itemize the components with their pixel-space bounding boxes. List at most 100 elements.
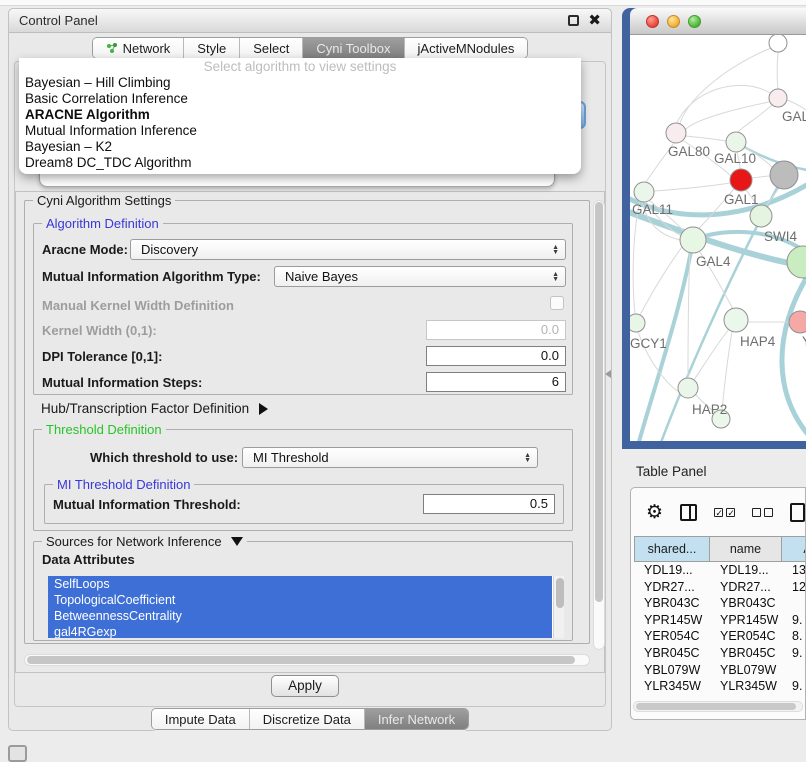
network-node[interactable] — [789, 311, 806, 333]
tab-infer-network[interactable]: Infer Network — [364, 709, 468, 729]
table-cell: 9. — [782, 645, 806, 662]
expanded-arrow-icon[interactable] — [231, 537, 243, 546]
table-cell — [782, 595, 806, 612]
settings-vertical-scrollbar[interactable] — [593, 200, 605, 650]
tab-impute-data[interactable]: Impute Data — [152, 709, 249, 729]
node-label: GAL10 — [714, 151, 756, 166]
which-threshold-value: MI Threshold — [253, 450, 329, 465]
network-edge[interactable] — [686, 102, 769, 129]
float-panel-icon[interactable] — [568, 15, 579, 26]
data-attribute-item[interactable]: SelfLoops — [48, 576, 552, 592]
table-cell: YDR27... — [710, 579, 782, 596]
table-row[interactable]: YLR345WYLR345W9. — [634, 678, 806, 695]
network-edge[interactable] — [640, 247, 682, 315]
gear-icon[interactable]: ⚙︎ — [646, 501, 663, 524]
close-traffic-light-icon[interactable] — [646, 15, 659, 28]
hub-definition-toggle[interactable]: Hub/Transcription Factor Definition — [41, 401, 268, 416]
columns-icon[interactable] — [680, 504, 697, 521]
kernel-width-field[interactable]: 0.0 — [426, 320, 566, 340]
network-edge[interactable] — [738, 105, 772, 132]
tab-label: jActiveMNodules — [418, 41, 515, 56]
algorithm-dropdown-prompt: Select algorithm to view settings — [19, 59, 581, 75]
splitter-collapse-icon[interactable] — [605, 370, 611, 378]
network-window-titlebar[interactable] — [630, 8, 806, 35]
network-node[interactable] — [678, 378, 698, 398]
bottom-tabbar: Impute DataDiscretize Data Infer Network — [9, 708, 611, 730]
settings-horizontal-scrollbar[interactable] — [24, 654, 590, 666]
algorithm-option[interactable]: Bayesian – Hill Climbing — [19, 75, 581, 91]
network-edge[interactable] — [777, 52, 778, 89]
manual-kernel-width-checkbox[interactable] — [550, 296, 564, 310]
sources-title: Sources for Network Inference — [42, 534, 247, 549]
network-node[interactable] — [787, 246, 806, 278]
tab-style[interactable]: Style — [183, 38, 239, 58]
apply-button[interactable]: Apply — [271, 675, 339, 697]
data-attributes-list[interactable]: SelfLoopsTopologicalCoefficientBetweenne… — [48, 576, 564, 638]
data-attribute-item[interactable]: TopologicalCoefficient — [48, 592, 552, 608]
zoom-traffic-light-icon[interactable] — [688, 15, 701, 28]
table-cell: YBL079W — [634, 662, 710, 679]
algorithm-option[interactable]: Dream8 DC_TDC Algorithm — [19, 155, 581, 171]
table-cell: 12 — [782, 579, 806, 596]
mi-steps-field[interactable]: 6 — [426, 372, 566, 392]
table-row[interactable]: YBR043CYBR043C — [634, 595, 806, 612]
data-attribute-item[interactable]: gal4RGexp — [48, 624, 552, 638]
new-table-icon[interactable] — [790, 503, 805, 522]
data-attribute-item[interactable]: BetweennessCentrality — [48, 608, 552, 624]
network-edge[interactable] — [654, 183, 730, 191]
table-row[interactable]: YIL052CYIL052C9 — [634, 695, 806, 698]
table-cell: YER054C — [710, 628, 782, 645]
network-node[interactable] — [769, 35, 787, 52]
tab-label: Infer Network — [378, 712, 455, 727]
tab-select[interactable]: Select — [239, 38, 302, 58]
network-edge[interactable] — [694, 329, 729, 380]
table-row[interactable]: YBR045CYBR045C9. — [634, 645, 806, 662]
table-row[interactable]: YDR27...YDR27...12 — [634, 579, 806, 596]
mi-algorithm-type-select[interactable]: Naive Bayes ▲▼ — [274, 266, 566, 287]
control-panel-tabbar: NetworkStyleSelectCyni Toolbox jActiveMNo… — [9, 37, 611, 59]
tab-jactivemnodules[interactable]: jActiveMNodules — [404, 38, 528, 58]
network-edge[interactable] — [722, 332, 732, 410]
network-node[interactable] — [680, 227, 706, 253]
deselect-all-checks-icon[interactable] — [752, 508, 773, 517]
mi-threshold-field[interactable]: 0.5 — [423, 494, 555, 514]
network-edge[interactable] — [686, 136, 726, 141]
which-threshold-select[interactable]: MI Threshold ▲▼ — [242, 447, 538, 468]
network-node[interactable] — [770, 161, 798, 189]
algorithm-option[interactable]: Bayesian – K2 — [19, 139, 581, 155]
node-label: Y — [802, 334, 806, 349]
algorithm-option[interactable]: ARACNE Algorithm — [19, 107, 581, 123]
table-row[interactable]: YBL079WYBL079W — [634, 662, 806, 679]
table-row[interactable]: YPR145WYPR145W9. — [634, 612, 806, 629]
network-node[interactable] — [634, 182, 654, 202]
table-horizontal-scrollbar[interactable] — [633, 701, 803, 712]
network-node[interactable] — [724, 308, 748, 332]
tab-network[interactable]: Network — [93, 38, 184, 58]
network-node[interactable] — [750, 205, 772, 227]
network-node[interactable] — [769, 89, 787, 107]
network-node[interactable] — [666, 123, 686, 143]
tab-discretize-data[interactable]: Discretize Data — [249, 709, 364, 729]
minimize-traffic-light-icon[interactable] — [667, 15, 680, 28]
algorithm-option[interactable]: Basic Correlation Inference — [19, 91, 581, 107]
column-header[interactable]: name — [710, 536, 782, 562]
column-header[interactable]: shared... — [634, 536, 710, 562]
algorithm-option[interactable]: Mutual Information Inference — [19, 123, 581, 139]
minimized-panel-icon[interactable] — [8, 745, 27, 762]
close-panel-icon[interactable]: ✖ — [588, 15, 601, 26]
network-node[interactable] — [726, 132, 746, 152]
table-row[interactable]: YER054CYER054C8. — [634, 628, 806, 645]
tab-cyni-toolbox[interactable]: Cyni Toolbox — [302, 38, 403, 58]
network-node[interactable] — [630, 314, 645, 332]
network-node[interactable] — [730, 169, 752, 191]
attributes-scrollbar[interactable] — [553, 576, 564, 638]
sources-title-text: Sources for Network Inference — [46, 534, 222, 549]
network-edge[interactable] — [752, 176, 771, 178]
network-canvas[interactable]: GALGAL80GAL10GAL1GAL11SWI4GAL4GCY1HAP4YH… — [630, 35, 806, 441]
aracne-mode-select[interactable]: Discovery ▲▼ — [130, 239, 566, 260]
column-header[interactable]: A — [782, 536, 806, 562]
dpi-tolerance-field[interactable]: 0.0 — [426, 346, 566, 366]
table-row[interactable]: YDL19...YDL19...13 — [634, 562, 806, 579]
select-all-checks-icon[interactable]: ✓✓ — [714, 508, 735, 517]
network-edge-highlighted[interactable] — [782, 275, 806, 437]
